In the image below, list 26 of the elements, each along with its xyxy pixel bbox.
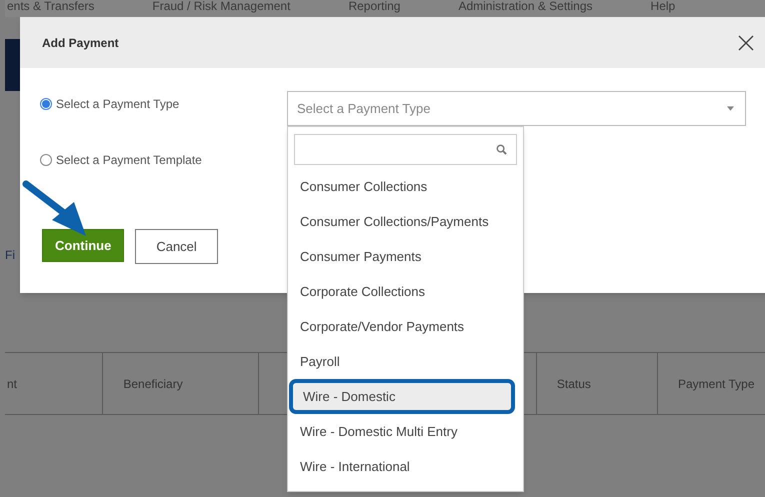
column-header: Beneficiary (123, 376, 183, 392)
cancel-button[interactable]: Cancel (135, 229, 218, 264)
dropdown-option[interactable]: Wire - International (288, 449, 523, 484)
dropdown-option[interactable]: Consumer Collections/Payments (288, 204, 523, 239)
arrow-icon (22, 180, 88, 238)
dropdown-option[interactable]: Consumer Payments (288, 239, 523, 274)
search-icon (496, 144, 507, 155)
select-field[interactable]: Select a Payment Type (287, 91, 746, 126)
radio-option[interactable]: Select a Payment Type (40, 95, 180, 113)
radio-option[interactable]: Select a Payment Template (40, 151, 202, 169)
search-field[interactable] (294, 134, 517, 165)
column-header: nt (6, 376, 18, 392)
column-header: Status (556, 376, 591, 392)
close-icon[interactable] (738, 34, 754, 50)
sidebar-block (5, 39, 21, 91)
dropdown-option[interactable]: Wire - Domestic Multi Entry (288, 414, 523, 449)
continue-button[interactable]: Continue (42, 229, 124, 262)
column-header: Payment Type (678, 376, 754, 392)
dropdown-option[interactable]: Corporate Collections (288, 274, 523, 309)
dropdown-option[interactable]: Wire - Domestic (289, 379, 515, 414)
dialog-title: Add Payment (42, 34, 119, 52)
background-label: Fi (5, 247, 16, 264)
dropdown-option[interactable]: Corporate/Vendor Payments (288, 309, 523, 344)
caret-icon (727, 106, 734, 111)
dropdown-option[interactable]: Payroll (288, 344, 523, 379)
dropdown-option[interactable]: Consumer Collections (288, 169, 523, 204)
